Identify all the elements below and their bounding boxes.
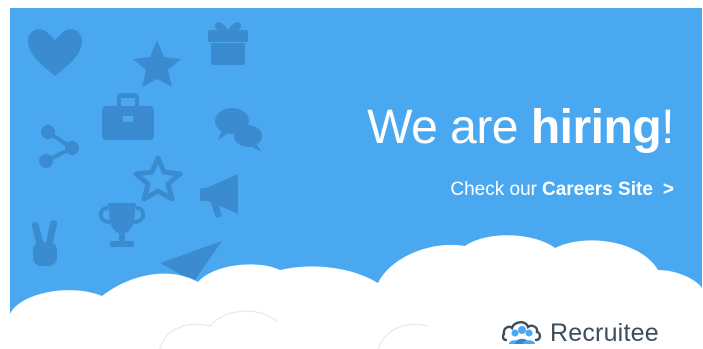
hiring-banner[interactable]: We are hiring! Check our Careers Site > … [10, 8, 702, 349]
logo-text: Recruitee [550, 318, 659, 347]
headline-bold: hiring [530, 101, 662, 154]
careers-link-prefix: Check our [450, 179, 537, 200]
headline: We are hiring! [367, 104, 674, 152]
chevron-right-icon: > [662, 179, 674, 200]
careers-link-bold: Careers Site [541, 179, 653, 200]
careers-site-link[interactable]: Check our Careers Site > [450, 180, 674, 199]
headline-prefix: We are [367, 101, 531, 154]
recruitee-logo: Recruitee [502, 318, 659, 348]
headline-suffix: ! [661, 101, 674, 154]
recruitee-logo-icon [502, 321, 542, 344]
